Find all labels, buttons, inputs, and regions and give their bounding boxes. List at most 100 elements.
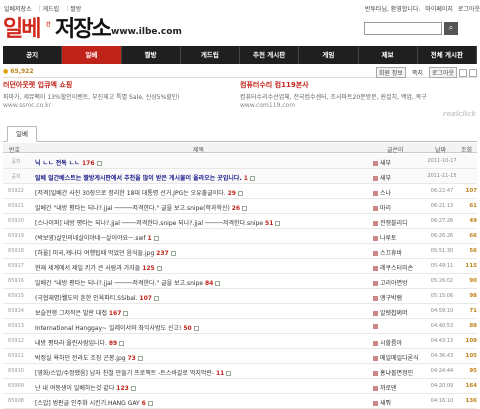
post-title-text[interactable]: 내방 평타라 올린사람입니다. bbox=[35, 340, 109, 347]
settings-icon[interactable] bbox=[459, 68, 467, 77]
post-title-text[interactable]: (극협재명)웰도의 흔한 인육파티.SSibal. bbox=[35, 295, 139, 302]
table-row[interactable]: 65918 [하울] 미국,캐나다 여행팁때 먹었던 음식들.jpg 237 스끄휴… bbox=[3, 244, 477, 259]
table-row[interactable]: 65921 일베간 "내방 평타는 되나?.jjal ─────저격한다." 글을… bbox=[3, 199, 477, 214]
post-title[interactable]: 일베 일간베스트는 짤방게시판에서 추천을 많이 받은 게시물이 올라오는 곳입… bbox=[35, 173, 355, 182]
post-author[interactable]: 새뤄 bbox=[373, 398, 425, 407]
post-author[interactable]: 나루토 bbox=[373, 233, 425, 242]
ad-banner-2[interactable]: 컴퓨터수리 컴119본사 컴퓨터수리수선업체, 전국컴수센터, 조사파트20분방… bbox=[240, 80, 470, 109]
post-author[interactable]: 앵구박램 bbox=[373, 293, 425, 302]
table-row[interactable]: 65915 (극협재명)웰도의 흔한 인육파티.SSibal. 107 앵구박램 05… bbox=[3, 289, 477, 304]
mypage-link[interactable]: 마이페이지 bbox=[425, 4, 453, 13]
table-row[interactable]: 65912 내방 평타라 올린사람입니다. 89 시할름아 04:43:13 109 bbox=[3, 334, 477, 349]
post-title[interactable]: [저격]일베간 사진 30장으로 정리한 18대 대통령 선거.JPG는 오유출… bbox=[35, 188, 355, 197]
post-title-text[interactable]: 현재 세계에서 제일 키가 큰 사람과 가자들 bbox=[35, 265, 142, 272]
post-author[interactable]: 마리 bbox=[373, 203, 425, 212]
post-views: 105 bbox=[465, 353, 477, 359]
post-title-text[interactable]: 일베간 "내방 평타는 되나?.jjal ─────저격한다." 글을 보고.s… bbox=[35, 280, 205, 287]
table-row[interactable]: 65922 [저격]일베간 사진 30장으로 정리한 18대 대통령 선거.JPG… bbox=[3, 184, 477, 199]
post-title[interactable]: 현재 세계에서 제일 키가 큰 사람과 가자들 125 bbox=[35, 263, 355, 272]
post-title[interactable]: 일베간 "내방 평타는 되나?.jjal ─────저격한다." 글을 보고.s… bbox=[35, 203, 355, 212]
post-title-text[interactable]: (박보영)살인의네살이야네ㅡ살이야요ㅡ.swf bbox=[35, 235, 147, 242]
table-row[interactable]: 65913 International Hanggay~ 일레이서와 좌익사범도 … bbox=[3, 319, 477, 334]
post-title[interactable]: 일베간 "내방 평타는 되나?.jjal ─────저격한다." 글을 보고.s… bbox=[35, 278, 355, 287]
nav-item-game[interactable]: 게임 bbox=[299, 46, 359, 64]
post-views: 49 bbox=[469, 218, 477, 224]
message-link[interactable]: 쪽지 bbox=[412, 68, 423, 77]
logout-button[interactable]: 로그아웃 bbox=[428, 67, 457, 78]
logout-link[interactable]: 로그아웃 bbox=[458, 4, 480, 13]
search-button[interactable]: ⌕ bbox=[444, 22, 458, 35]
post-title-text[interactable]: International Hanggay~ 일레이서와 좌익사범도 신고! bbox=[35, 325, 183, 332]
table-row[interactable]: 65910 [영화/스압/수정했음] 남자 친철 만들기 프로젝트 -트스바갈로 … bbox=[3, 364, 477, 379]
ad-url: www.com119.com bbox=[240, 102, 296, 109]
post-title-text[interactable]: [스압] 벙판글 인주화 시킨기.HANG GAY bbox=[35, 400, 142, 407]
post-author[interactable]: 전쟁블리디 bbox=[373, 218, 425, 227]
post-title-text[interactable]: 일베 일간베스트는 짤방게시판에서 추천을 많이 받은 게시물이 올라오는 곳입… bbox=[35, 175, 244, 182]
nav-item-jjalbang[interactable]: 짤방 bbox=[122, 46, 181, 64]
post-title-text[interactable]: 일베간 "내방 평타는 되나?.jjal ─────저격한다." 글을 보고.s… bbox=[35, 205, 232, 212]
post-title[interactable]: [영화/스압/수정했음] 남자 친철 만들기 프로젝트 -트스바갈로 먹지먹란-… bbox=[35, 368, 355, 377]
post-title[interactable]: (극협재명)웰도의 흔한 인육파티.SSibal. 107 bbox=[35, 293, 355, 302]
table-row[interactable]: 65911 박정실 욕하던 전라도 조징 곤봉.jpg 73 메일메일다론식 04:3… bbox=[3, 349, 477, 364]
table-row[interactable]: 65916 일베간 "내방 평타는 되나?.jjal ─────저격한다." 글을… bbox=[3, 274, 477, 289]
nav-item-recommend[interactable]: 추천 게시판 bbox=[240, 46, 300, 64]
post-author[interactable]: 고리아면방 bbox=[373, 278, 425, 287]
topbar-menu-1[interactable]: 게드립 bbox=[43, 4, 60, 13]
post-title[interactable]: (박보영)살인의네살이야네ㅡ살이야요ㅡ.swf 1 bbox=[35, 233, 355, 242]
post-title-text[interactable]: [하울] 미국,캐나다 여행팁때 먹었던 음식들.jpg bbox=[35, 250, 156, 257]
ad-title: 러던아웃렛 입큐엑 쇼핑 bbox=[3, 81, 73, 89]
post-title-text[interactable]: 박정실 욕하던 전라도 조징 곤봉.jpg bbox=[35, 355, 128, 362]
mail-icon[interactable] bbox=[469, 68, 477, 77]
post-author[interactable]: 알렛첩쩌머 bbox=[373, 308, 425, 317]
post-number: 65909 bbox=[8, 383, 24, 389]
post-author[interactable]: 까로덴 bbox=[373, 383, 425, 392]
post-title-text[interactable]: [스나이퍼] 내방 평타는 되나?.jjal ────저격한다.snipe 되나… bbox=[35, 220, 265, 227]
post-author[interactable]: 새부 bbox=[373, 173, 425, 182]
table-row[interactable]: 65919 (박보영)살인의네살이야네ㅡ살이야요ㅡ.swf 1 나루토 06:26:2… bbox=[3, 229, 477, 244]
table-row[interactable]: 65909 난 내 여동생이 일베하는것 같다 123 까로덴 04:20:09 164 bbox=[3, 379, 477, 394]
post-author[interactable]: 스끄휴바 bbox=[373, 248, 425, 257]
post-title-text[interactable]: 보슬전쟁 그저작은 발란 대접 bbox=[35, 310, 109, 317]
post-title-text[interactable]: 닉 ㄴㄴ 전독 ㄴㄴ bbox=[35, 160, 82, 167]
table-row[interactable]: 65917 현재 세계에서 제일 키가 큰 사람과 가자들 125 레쿠스터미손 05… bbox=[3, 259, 477, 274]
tab-ilbe[interactable]: 일베 bbox=[7, 126, 37, 142]
topbar-site[interactable]: 일베저장소 bbox=[4, 4, 32, 13]
table-row[interactable]: 65920 [스나이퍼] 내방 평타는 되나?.jjal ────저격한다.sni… bbox=[3, 214, 477, 229]
site-logo[interactable]: 일베 간 저장소 www.ilbe.com bbox=[3, 17, 182, 43]
table-row[interactable]: 65908 [스압] 벙판글 인주화 시킨기.HANG GAY 6 새뤄 04:16:… bbox=[3, 394, 477, 409]
post-title[interactable]: 박정실 욕하던 전라도 조징 곤봉.jpg 73 bbox=[35, 353, 355, 362]
table-row[interactable]: 공지 닉 ㄴㄴ 전독 ㄴㄴ 176 새부 2011-10-17 bbox=[3, 154, 477, 169]
ad-banner-1[interactable]: 러던아웃렛 입큐엑 쇼핑 파마가, 세뮤팩이 13%할인이벤트, 부진재고 특별… bbox=[3, 80, 233, 109]
post-author[interactable]: 홍냐볼면정인 bbox=[373, 368, 425, 377]
member-info-button[interactable]: 회원 정보 bbox=[375, 67, 406, 78]
post-title-text[interactable]: 난 내 여동생이 일베하는것 같다 bbox=[35, 385, 116, 392]
post-title-text[interactable]: [저격]일베간 사진 30장으로 정리한 18대 대통령 선거.JPG는 오유출… bbox=[35, 190, 228, 197]
search-input[interactable] bbox=[364, 22, 442, 35]
table-row[interactable]: 65914 보슬전쟁 그저작은 발란 대접 167 알렛첩쩌머 04:59:10 71 bbox=[3, 304, 477, 319]
col-num: 번호 bbox=[9, 147, 21, 154]
post-title[interactable]: [스압] 벙판글 인주화 시킨기.HANG GAY 6 bbox=[35, 398, 355, 407]
post-title[interactable]: 보슬전쟁 그저작은 발란 대접 167 bbox=[35, 308, 355, 317]
nav-item-gedrip[interactable]: 게드립 bbox=[181, 46, 240, 64]
post-title[interactable]: [스나이퍼] 내방 평타는 되나?.jjal ────저격한다.snipe 되나… bbox=[35, 218, 355, 227]
post-title[interactable]: [하울] 미국,캐나다 여행팁때 먹었던 음식들.jpg 237 bbox=[35, 248, 355, 257]
post-author[interactable]: 새부 bbox=[373, 158, 425, 167]
post-author[interactable] bbox=[373, 323, 425, 330]
nav-item-ilbe[interactable]: 일베 bbox=[62, 46, 122, 64]
post-author[interactable]: 레쿠스터미손 bbox=[373, 263, 425, 272]
post-title[interactable]: International Hanggay~ 일레이서와 좌익사범도 신고! 5… bbox=[35, 323, 355, 332]
post-author[interactable]: 스나 bbox=[373, 188, 425, 197]
post-title-text[interactable]: [영화/스압/수정했음] 남자 친철 만들기 프로젝트 -트스바갈로 먹지먹란- bbox=[35, 370, 216, 377]
post-title[interactable]: 내방 평타라 올린사람입니다. 89 bbox=[35, 338, 355, 347]
post-title[interactable]: 닉 ㄴㄴ 전독 ㄴㄴ 176 bbox=[35, 158, 355, 167]
post-author[interactable]: 시할름아 bbox=[373, 338, 425, 347]
post-author[interactable]: 메일메일다론식 bbox=[373, 353, 425, 362]
nav-item-report[interactable]: 제보 bbox=[359, 46, 418, 64]
nav-item-notice[interactable]: 공지 bbox=[3, 46, 63, 64]
nav-item-all[interactable]: 전체 게시판 bbox=[418, 46, 477, 64]
post-date: 04:36:43 bbox=[430, 353, 454, 359]
table-row[interactable]: 공지 일베 일간베스트는 짤방게시판에서 추천을 많이 받은 게시물이 올라오는 … bbox=[3, 169, 477, 184]
user-links: 회원 정보 쪽지 로그아웃 bbox=[370, 67, 477, 78]
post-title[interactable]: 난 내 여동생이 일베하는것 같다 123 bbox=[35, 383, 355, 392]
topbar-menu-2[interactable]: 짤방 bbox=[70, 4, 81, 13]
